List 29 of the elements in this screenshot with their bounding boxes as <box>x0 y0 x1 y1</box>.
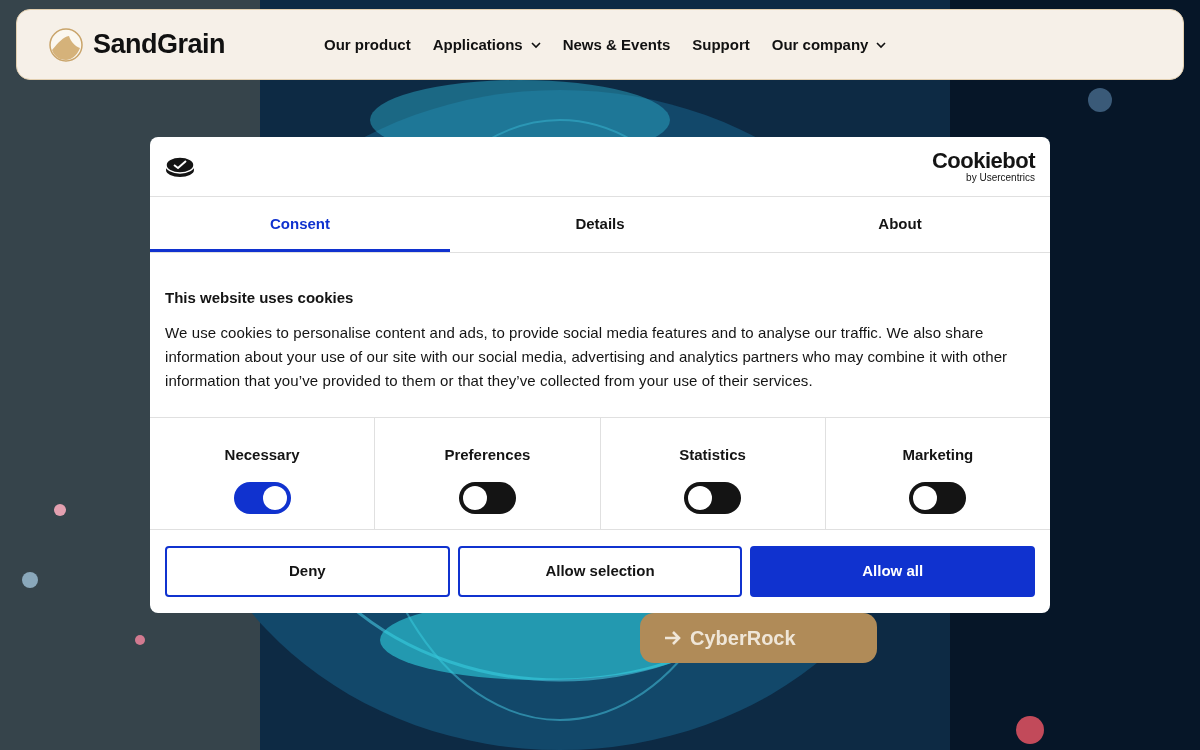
toggle-switch[interactable] <box>233 481 291 514</box>
brand-logo-text: Cookiebot <box>931 150 1035 172</box>
dialog-text: We use cookies to personalise content and ads, to provide social media features and to analyse our traffic. We also share information about your use of our site with our social media, advertising and analytics partners who may combine it with other information that you’ve provided to them or that they’ve collected from your use of their services. <box>165 322 1009 391</box>
toggle-switch[interactable] <box>458 481 516 514</box>
consent-button[interactable]: Allow selection <box>457 546 743 597</box>
chevron-down-icon <box>876 42 887 49</box>
toggle-switch[interactable] <box>909 481 967 514</box>
nav-link[interactable]: Our company <box>771 34 887 57</box>
dialog-tab[interactable]: About <box>750 197 1050 252</box>
nav-link[interactable]: Support <box>692 34 750 57</box>
nav-link[interactable]: Our product <box>324 34 411 57</box>
logo-text[interactable]: SandGrain <box>93 24 226 65</box>
nav-link[interactable]: News & Events <box>562 34 671 57</box>
brand-tagline: by Usercentrics <box>966 173 1035 183</box>
category-label: Statistics <box>679 445 746 465</box>
logo-icon <box>49 27 83 62</box>
allow-all-button[interactable]: Allow all <box>750 546 1035 597</box>
cookie-consent-icon <box>165 154 195 179</box>
dialog-heading: This website uses cookies <box>165 288 355 308</box>
dialog-tab[interactable]: Consent <box>150 197 450 252</box>
category-label: Preferences <box>444 445 531 465</box>
toggle-switch[interactable] <box>684 481 742 514</box>
nav-link[interactable]: Applications <box>432 34 541 57</box>
dialog-tab[interactable]: Details <box>450 197 750 252</box>
consent-button[interactable]: Deny <box>165 546 450 597</box>
arrow-right-icon <box>664 630 682 646</box>
chevron-down-icon <box>530 42 541 49</box>
category-label: Marketing <box>902 445 974 465</box>
category-label: Necessary <box>224 445 300 465</box>
